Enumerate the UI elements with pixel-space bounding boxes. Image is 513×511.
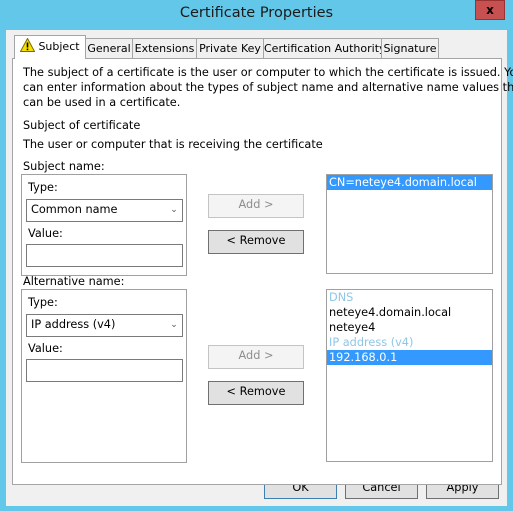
- list-item[interactable]: neteye4: [327, 320, 492, 335]
- alt-add-button[interactable]: Add >: [208, 345, 304, 369]
- close-icon: x: [486, 3, 494, 17]
- tab-general[interactable]: General: [85, 38, 133, 58]
- subject-name-group: Type: Common name ⌄ Value:: [21, 174, 187, 276]
- subject-name-label: Subject name:: [23, 160, 105, 173]
- alternative-name-list[interactable]: DNS neteye4.domain.local neteye4 IP addr…: [326, 289, 493, 462]
- tab-label: Subject: [38, 40, 80, 53]
- alt-type-dropdown[interactable]: IP address (v4) ⌄: [26, 314, 183, 337]
- subject-value-label: Value:: [28, 227, 63, 240]
- list-group-header-dns: DNS: [329, 291, 354, 304]
- tab-subject[interactable]: Subject: [14, 35, 86, 59]
- warning-icon: [20, 37, 36, 52]
- description-line-1: The subject of a certificate is the user…: [23, 66, 513, 79]
- chevron-down-icon: ⌄: [170, 205, 178, 215]
- list-group-header-ip: IP address (v4): [329, 336, 414, 349]
- alternative-name-label: Alternative name:: [23, 275, 125, 288]
- tab-signature[interactable]: Signature: [381, 38, 439, 58]
- tab-label: Signature: [383, 42, 437, 55]
- tab-label: Extensions: [134, 42, 195, 55]
- list-item[interactable]: CN=neteye4.domain.local: [327, 175, 492, 190]
- subject-type-value: Common name: [31, 203, 118, 216]
- alt-value-label: Value:: [28, 342, 63, 355]
- alt-value-input[interactable]: [26, 359, 183, 382]
- close-button[interactable]: x: [475, 0, 505, 20]
- alternative-name-group: Type: IP address (v4) ⌄ Value:: [21, 289, 187, 463]
- tab-extensions[interactable]: Extensions: [132, 38, 197, 58]
- tab-label: Private Key: [199, 42, 261, 55]
- subject-type-label: Type:: [28, 181, 58, 194]
- description-line-2: can enter information about the types of…: [23, 81, 513, 94]
- subject-tab-panel: The subject of a certificate is the user…: [12, 58, 513, 485]
- subject-add-button[interactable]: Add >: [208, 194, 304, 218]
- list-item[interactable]: 192.168.0.1: [327, 350, 492, 365]
- window-title: Certificate Properties: [179, 5, 334, 21]
- tab-label: General: [87, 42, 131, 55]
- title-bar[interactable]: Certificate Properties x: [0, 0, 513, 30]
- alt-type-label: Type:: [28, 296, 58, 309]
- tab-certification-authority[interactable]: Certification Authority: [263, 38, 386, 58]
- alt-remove-button[interactable]: < Remove: [208, 381, 304, 405]
- section-subtitle: The user or computer that is receiving t…: [23, 138, 323, 151]
- tab-label: Certification Authority: [264, 42, 386, 55]
- subject-remove-button[interactable]: < Remove: [208, 230, 304, 254]
- chevron-down-icon: ⌄: [170, 320, 178, 330]
- section-title: Subject of certificate: [23, 119, 141, 132]
- subject-type-dropdown[interactable]: Common name ⌄: [26, 199, 183, 222]
- subject-name-list[interactable]: CN=neteye4.domain.local: [326, 174, 493, 274]
- tab-private-key[interactable]: Private Key: [196, 38, 264, 58]
- subject-value-input[interactable]: [26, 244, 183, 267]
- alt-type-value: IP address (v4): [31, 318, 116, 331]
- description-line-3: can be used in a certificate.: [23, 96, 181, 109]
- list-item[interactable]: neteye4.domain.local: [327, 305, 492, 320]
